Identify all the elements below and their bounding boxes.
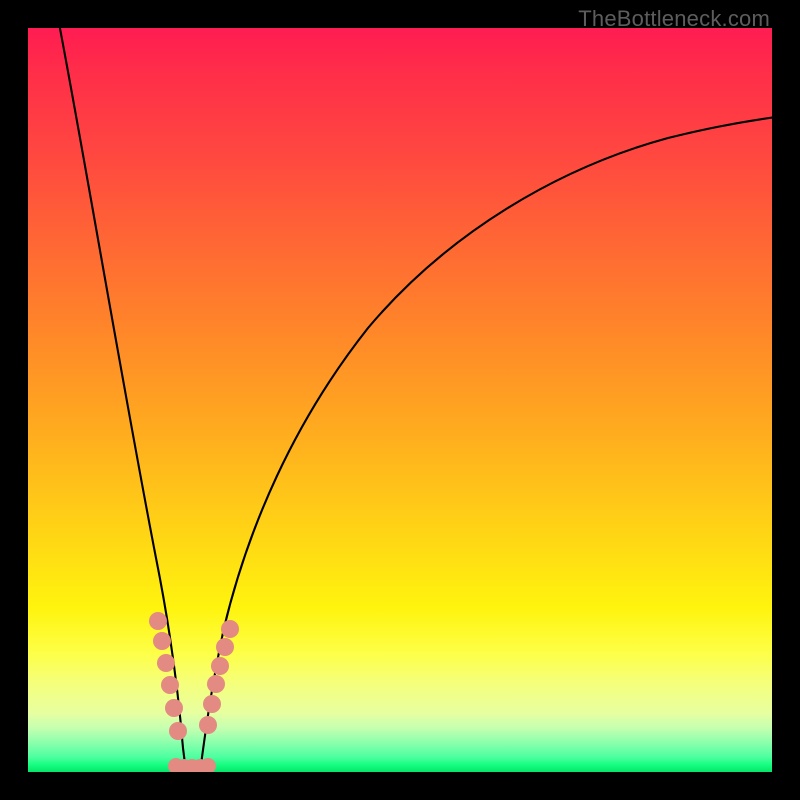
bottom-strip bbox=[168, 758, 216, 772]
chart-frame: TheBottleneck.com bbox=[0, 0, 800, 800]
right-curve bbox=[200, 116, 772, 772]
plot-area bbox=[28, 28, 772, 772]
highlight-dots-right bbox=[199, 620, 239, 734]
watermark-text: TheBottleneck.com bbox=[578, 6, 770, 32]
curves-svg bbox=[28, 28, 772, 772]
